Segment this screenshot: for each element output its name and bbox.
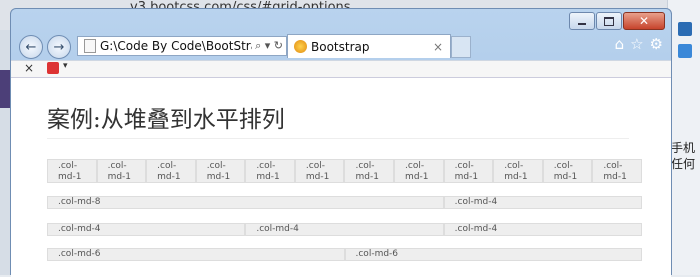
minimize-icon (578, 23, 586, 25)
grid-cell: .col- md-1 (146, 159, 196, 183)
ie-browser-window: ✕ ← → G:\Code By Code\BootStrap\t ⌕ ▾ ↻ … (10, 8, 672, 277)
tab-title: Bootstrap (311, 39, 370, 54)
arrow-left-icon: ← (25, 39, 37, 55)
grid-cell: .col-md-4 (443, 196, 642, 209)
app-icon[interactable] (678, 44, 692, 58)
grid-cell: .col- md-1 (195, 159, 246, 183)
grid-cell: .col-md-4 (443, 223, 642, 236)
grid-row-4-4-4: .col-md-4 .col-md-4 .col-md-4 (47, 223, 642, 236)
navigation-bar: ← → G:\Code By Code\BootStrap\t ⌕ ▾ ↻ Bo… (11, 33, 671, 61)
window-controls: ✕ (569, 12, 665, 30)
address-input[interactable]: G:\Code By Code\BootStrap\t (100, 39, 252, 53)
word-icon[interactable] (678, 22, 692, 36)
tab-close-button[interactable]: × (433, 40, 450, 54)
divider (47, 138, 629, 139)
tab-bootstrap[interactable]: Bootstrap × (287, 34, 451, 58)
forward-button[interactable]: → (47, 35, 71, 59)
grid-cell: .col- md-1 (96, 159, 147, 183)
grid-cell: .col- md-1 (542, 159, 593, 183)
toolbar-icons: ⌂ ☆ ⚙ (615, 35, 663, 53)
grid-cell: .col-md-8 (47, 196, 444, 209)
grid-cell: .col- md-1 (592, 159, 642, 183)
grid-cell: .col- md-1 (493, 159, 543, 183)
addon-icon[interactable] (47, 62, 59, 74)
maximize-icon (604, 16, 614, 26)
close-icon: ✕ (638, 14, 650, 28)
minimize-button[interactable] (569, 12, 595, 30)
grid-cell: .col-md-4 (245, 223, 444, 236)
new-tab-button[interactable] (451, 36, 471, 58)
address-controls[interactable]: ⌕ ▾ ↻ (252, 39, 286, 53)
close-bar-button[interactable]: × (24, 61, 34, 75)
grid-row-6-6: .col-md-6 .col-md-6 (47, 248, 642, 261)
grid-cell: .col- md-1 (344, 159, 395, 183)
maximize-button[interactable] (596, 12, 622, 30)
grid-row-8-4: .col-md-8 .col-md-4 (47, 196, 642, 209)
page-title: 案例:从堆叠到水平排列 (47, 107, 285, 133)
favorites-star-icon[interactable]: ☆ (630, 35, 643, 53)
grid-cell: .col- md-1 (47, 159, 97, 183)
close-button[interactable]: ✕ (623, 12, 665, 30)
grid-cell: .col- md-1 (443, 159, 494, 183)
chevron-down-icon[interactable]: ▾ (63, 61, 68, 71)
grid-cell: .col- md-1 (394, 159, 444, 183)
grid-cell: .col-md-6 (344, 248, 642, 261)
grid-cell: .col- md-1 (294, 159, 345, 183)
grid-cell: .col- md-1 (245, 159, 295, 183)
page-icon (84, 39, 96, 53)
back-button[interactable]: ← (19, 35, 43, 59)
address-bar[interactable]: G:\Code By Code\BootStrap\t ⌕ ▾ ↻ (77, 36, 287, 56)
command-bar: × ▾ (11, 60, 671, 78)
grid-cell: .col-md-6 (47, 248, 345, 261)
background-side-text: 手机 任何 (671, 141, 696, 171)
gear-icon[interactable]: ⚙ (650, 35, 663, 53)
favicon-icon (294, 40, 307, 53)
arrow-right-icon: → (53, 39, 65, 55)
page-content: 案例:从堆叠到水平排列 .col- md-1 .col- md-1 .col- … (11, 77, 671, 277)
grid-cell: .col-md-4 (47, 223, 246, 236)
grid-row-col-md-1: .col- md-1 .col- md-1 .col- md-1 .col- m… (47, 159, 642, 183)
home-icon[interactable]: ⌂ (615, 35, 625, 53)
background-window-edge (0, 0, 10, 275)
